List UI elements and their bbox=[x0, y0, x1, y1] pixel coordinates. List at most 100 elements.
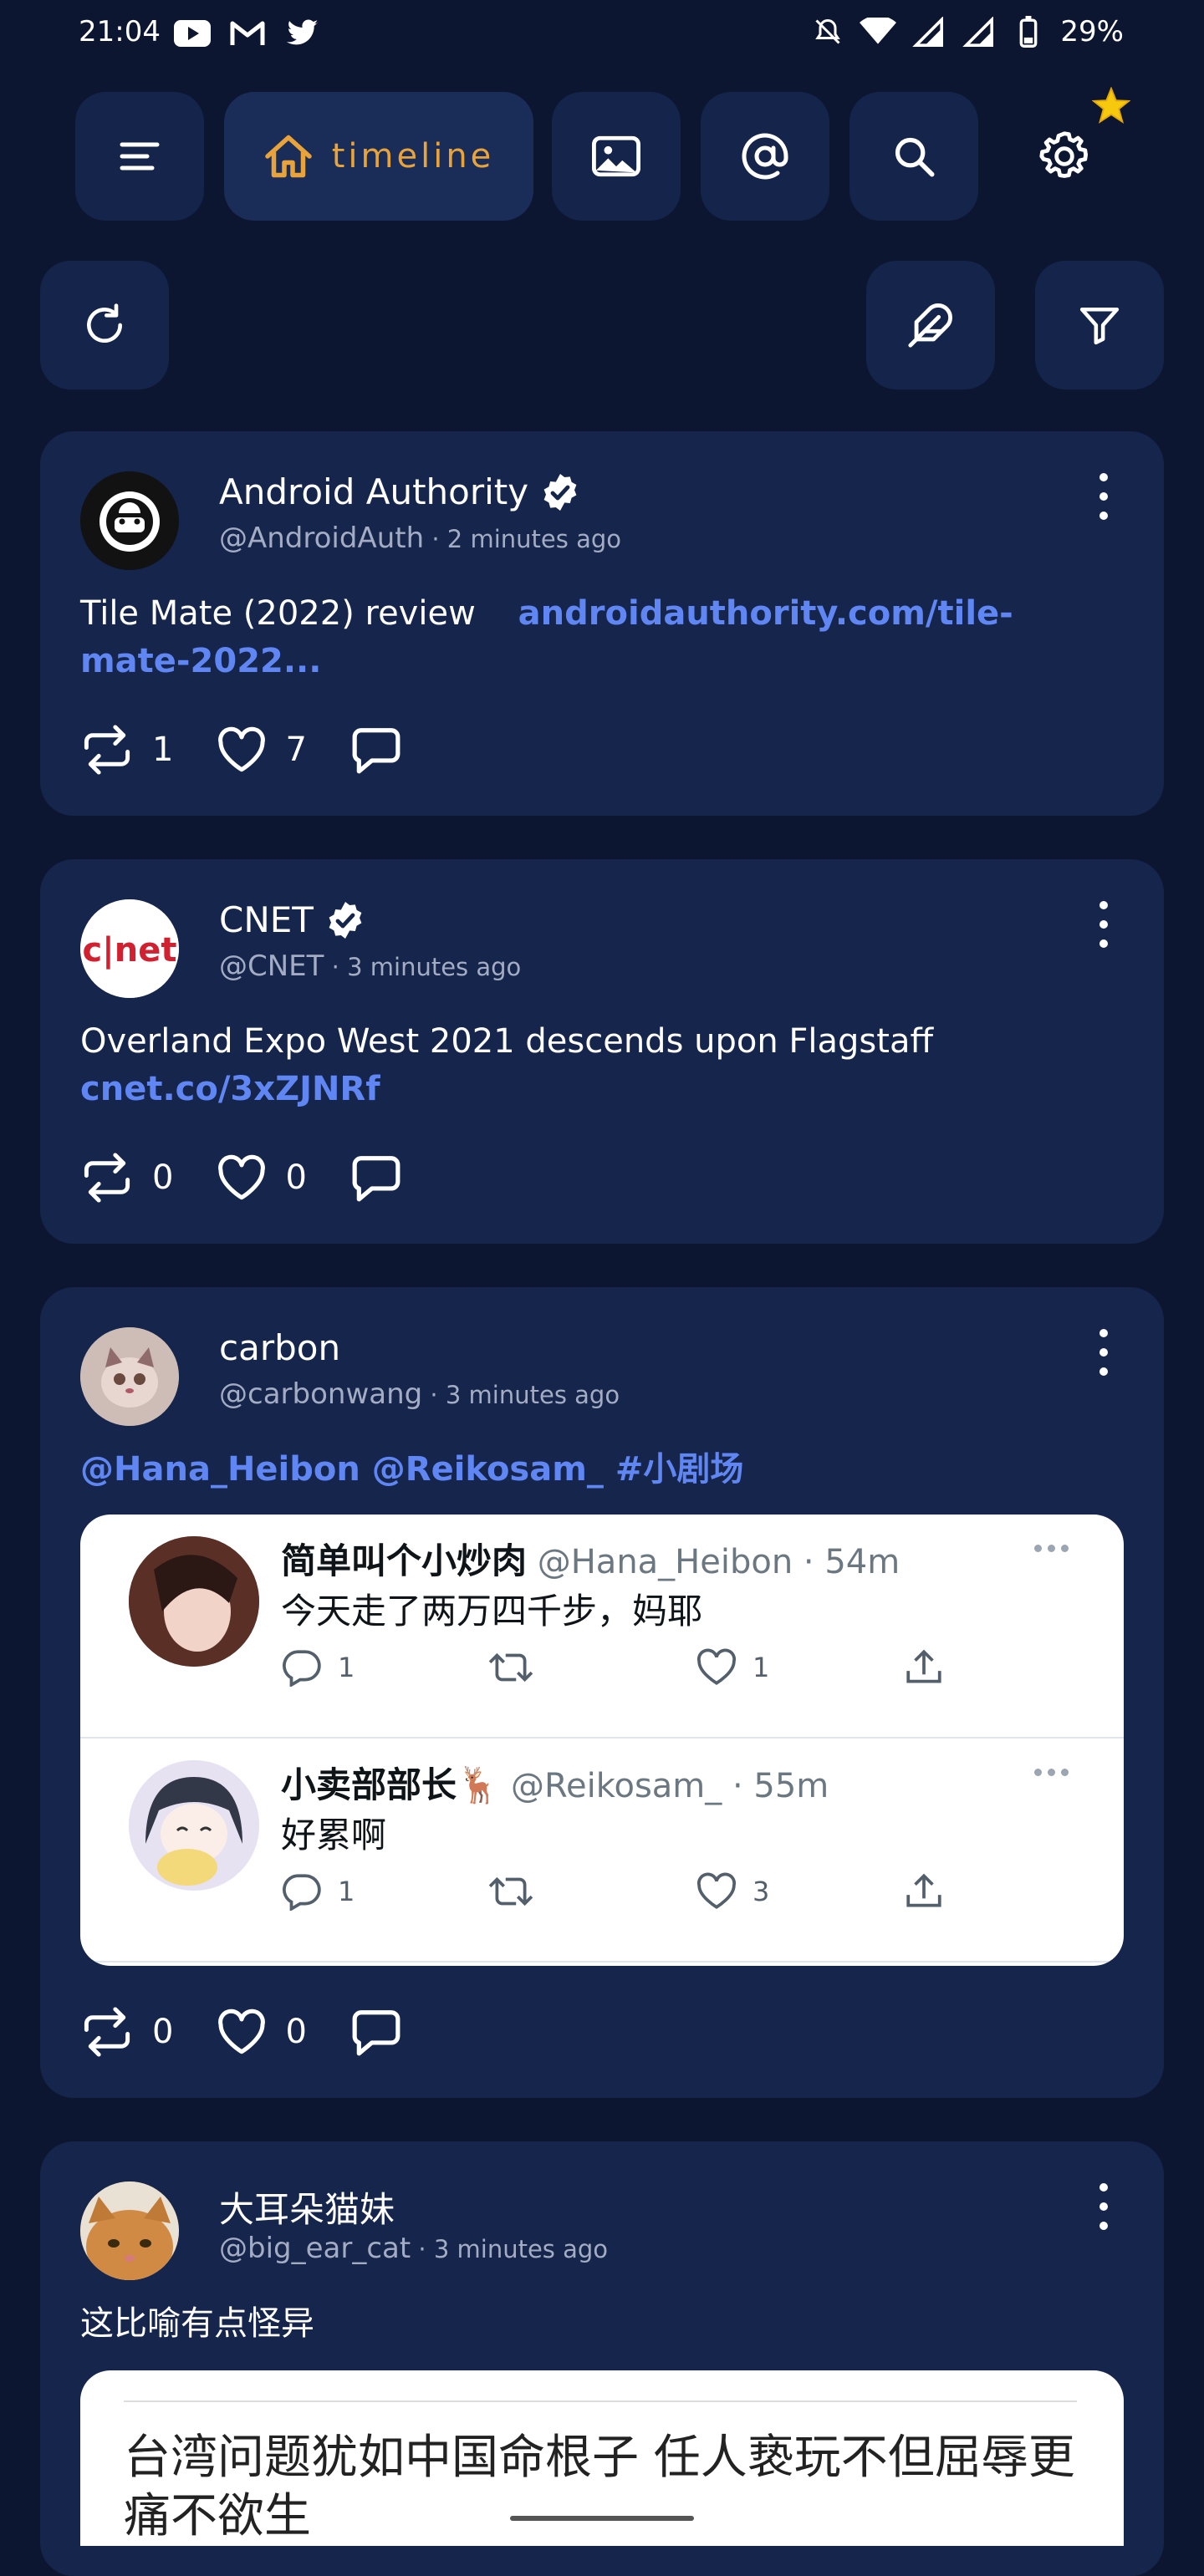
embedded-like-count: 1 bbox=[752, 1652, 770, 1683]
status-bar: 21:04 29% bbox=[0, 0, 1204, 70]
more-options-button[interactable] bbox=[1094, 1329, 1114, 1376]
post-time: · 3 minutes ago bbox=[324, 953, 522, 981]
handle-text: @CNET bbox=[219, 949, 324, 983]
avatar[interactable] bbox=[80, 1327, 179, 1426]
cnet-logo-icon: c|net bbox=[80, 899, 179, 998]
battery-icon bbox=[1010, 15, 1047, 48]
tab-media[interactable] bbox=[552, 92, 681, 221]
heart-icon bbox=[218, 2008, 266, 2054]
embedded-more-icon bbox=[1034, 1545, 1069, 1552]
status-time: 21:04 bbox=[79, 15, 161, 48]
post-time: · 2 minutes ago bbox=[424, 525, 621, 553]
embedded-author: 简单叫个小炒肉 @Hana_Heibon · 54m bbox=[281, 1533, 900, 1584]
youtube-icon bbox=[174, 17, 211, 50]
embedded-more-icon bbox=[1034, 1769, 1069, 1776]
retweet-count: 1 bbox=[152, 731, 174, 769]
reply-button[interactable] bbox=[350, 1153, 402, 1202]
heart-icon bbox=[696, 1648, 737, 1685]
post-actions: 1 7 bbox=[80, 720, 446, 779]
embedded-actions: 1 1 bbox=[281, 1648, 1110, 1687]
author-name[interactable]: CNET bbox=[219, 899, 365, 940]
post-text: @Hana_Heibon @Reikosam_ #小剧场 bbox=[80, 1446, 1117, 1494]
home-icon bbox=[264, 135, 312, 178]
retweet-count: 0 bbox=[152, 1158, 174, 1197]
tab-mentions[interactable] bbox=[701, 92, 829, 221]
retweet-count: 0 bbox=[152, 2013, 174, 2051]
gear-icon bbox=[1039, 131, 1088, 178]
post-card[interactable]: c|net CNET @CNET · 3 minutes ago Overlan… bbox=[40, 859, 1164, 1244]
heart-icon bbox=[218, 1154, 266, 1200]
embedded-like: 1 bbox=[696, 1648, 903, 1687]
embedded-share bbox=[903, 1872, 1110, 1911]
share-icon bbox=[906, 1873, 941, 1907]
like-count: 7 bbox=[285, 731, 307, 769]
tab-search[interactable] bbox=[849, 92, 978, 221]
reply-button[interactable] bbox=[350, 725, 402, 774]
post-card[interactable]: 大耳朵猫妹 @big_ear_cat · 3 minutes ago 这比喻有点… bbox=[40, 2141, 1164, 2576]
post-card[interactable]: Android Authority @AndroidAuth · 2 minut… bbox=[40, 431, 1164, 816]
gmail-icon bbox=[229, 17, 266, 50]
system-icons: 29% bbox=[809, 15, 1124, 48]
image-icon bbox=[592, 135, 640, 177]
avatar[interactable]: c|net bbox=[80, 899, 179, 998]
reply-button[interactable] bbox=[350, 2008, 402, 2056]
more-options-button[interactable] bbox=[1094, 473, 1114, 520]
tab-timeline-label: timeline bbox=[331, 137, 495, 176]
more-options-button[interactable] bbox=[1094, 901, 1114, 948]
like-button[interactable]: 0 bbox=[217, 1154, 307, 1201]
refresh-button[interactable] bbox=[40, 261, 169, 389]
anime-avatar-icon bbox=[129, 1760, 259, 1891]
author-handle: @carbonwang · 3 minutes ago bbox=[219, 1377, 620, 1411]
retweet-button[interactable]: 0 bbox=[80, 1153, 173, 1203]
filter-button[interactable] bbox=[1035, 261, 1164, 389]
top-navigation: timeline bbox=[0, 92, 1204, 221]
embedded-share bbox=[903, 1648, 1110, 1687]
android-authority-logo-icon bbox=[80, 471, 179, 570]
embedded-tweet: 小卖部部长🦌 @Reikosam_ · 55m 好累啊 1 3 bbox=[80, 1739, 1124, 1963]
author-name[interactable]: 大耳朵猫妹 bbox=[219, 2181, 395, 2232]
author-name-label: CNET bbox=[219, 899, 314, 940]
verified-badge-icon bbox=[543, 473, 577, 511]
avatar[interactable] bbox=[80, 2181, 179, 2280]
like-button[interactable]: 0 bbox=[217, 2008, 307, 2055]
post-mentions[interactable]: @Hana_Heibon @Reikosam_ #小剧场 bbox=[80, 1450, 743, 1489]
author-name[interactable]: carbon bbox=[219, 1327, 340, 1368]
orange-cat-avatar-icon bbox=[80, 2181, 179, 2280]
embedded-tweet: 简单叫个小炒肉 @Hana_Heibon · 54m 今天走了两万四千步，妈耶 … bbox=[80, 1515, 1124, 1739]
post-text: Tile Mate (2022) review androidauthority… bbox=[80, 590, 1117, 685]
post-actions: 0 0 bbox=[80, 2003, 446, 2061]
filter-icon bbox=[1079, 307, 1120, 345]
like-button[interactable]: 7 bbox=[217, 726, 307, 773]
comment-icon bbox=[352, 1156, 400, 1202]
compose-button[interactable] bbox=[866, 261, 995, 389]
embedded-reply-count: 1 bbox=[338, 1652, 355, 1683]
tab-timeline[interactable]: timeline bbox=[224, 92, 533, 221]
embedded-handle: @Reikosam_ · 55m bbox=[500, 1767, 829, 1805]
retweet-icon bbox=[84, 725, 130, 775]
embedded-author: 小卖部部长🦌 @Reikosam_ · 55m bbox=[281, 1757, 829, 1808]
signal-icon bbox=[960, 15, 997, 48]
menu-button[interactable] bbox=[75, 92, 204, 221]
signal-r-icon bbox=[910, 15, 946, 48]
author-name[interactable]: Android Authority bbox=[219, 471, 580, 512]
retweet-button[interactable]: 0 bbox=[80, 2007, 173, 2057]
embedded-like: 3 bbox=[696, 1872, 903, 1911]
avatar bbox=[129, 1760, 259, 1891]
avatar[interactable] bbox=[80, 471, 179, 570]
comment-icon bbox=[352, 2010, 400, 2056]
embedded-reply: 1 bbox=[281, 1648, 488, 1687]
girl-avatar-icon bbox=[129, 1536, 259, 1667]
post-link[interactable]: cnet.co/3xZJNRf bbox=[80, 1070, 380, 1108]
dnd-bell-off-icon bbox=[809, 15, 846, 48]
post-card[interactable]: carbon @carbonwang · 3 minutes ago @Hana… bbox=[40, 1287, 1164, 2098]
post-time: · 3 minutes ago bbox=[411, 2235, 609, 2263]
author-handle: @AndroidAuth · 2 minutes ago bbox=[219, 522, 621, 555]
home-indicator[interactable] bbox=[510, 2516, 694, 2521]
more-options-button[interactable] bbox=[1094, 2183, 1114, 2230]
post-text: Overland Expo West 2021 descends upon Fl… bbox=[80, 1018, 1117, 1113]
embedded-author-name: 简单叫个小炒肉 bbox=[281, 1540, 528, 1581]
timeline-toolbar bbox=[0, 261, 1204, 389]
retweet-button[interactable]: 1 bbox=[80, 725, 173, 775]
at-sign-icon bbox=[742, 133, 788, 180]
embedded-screenshot[interactable]: 简单叫个小炒肉 @Hana_Heibon · 54m 今天走了两万四千步，妈耶 … bbox=[80, 1515, 1124, 1966]
